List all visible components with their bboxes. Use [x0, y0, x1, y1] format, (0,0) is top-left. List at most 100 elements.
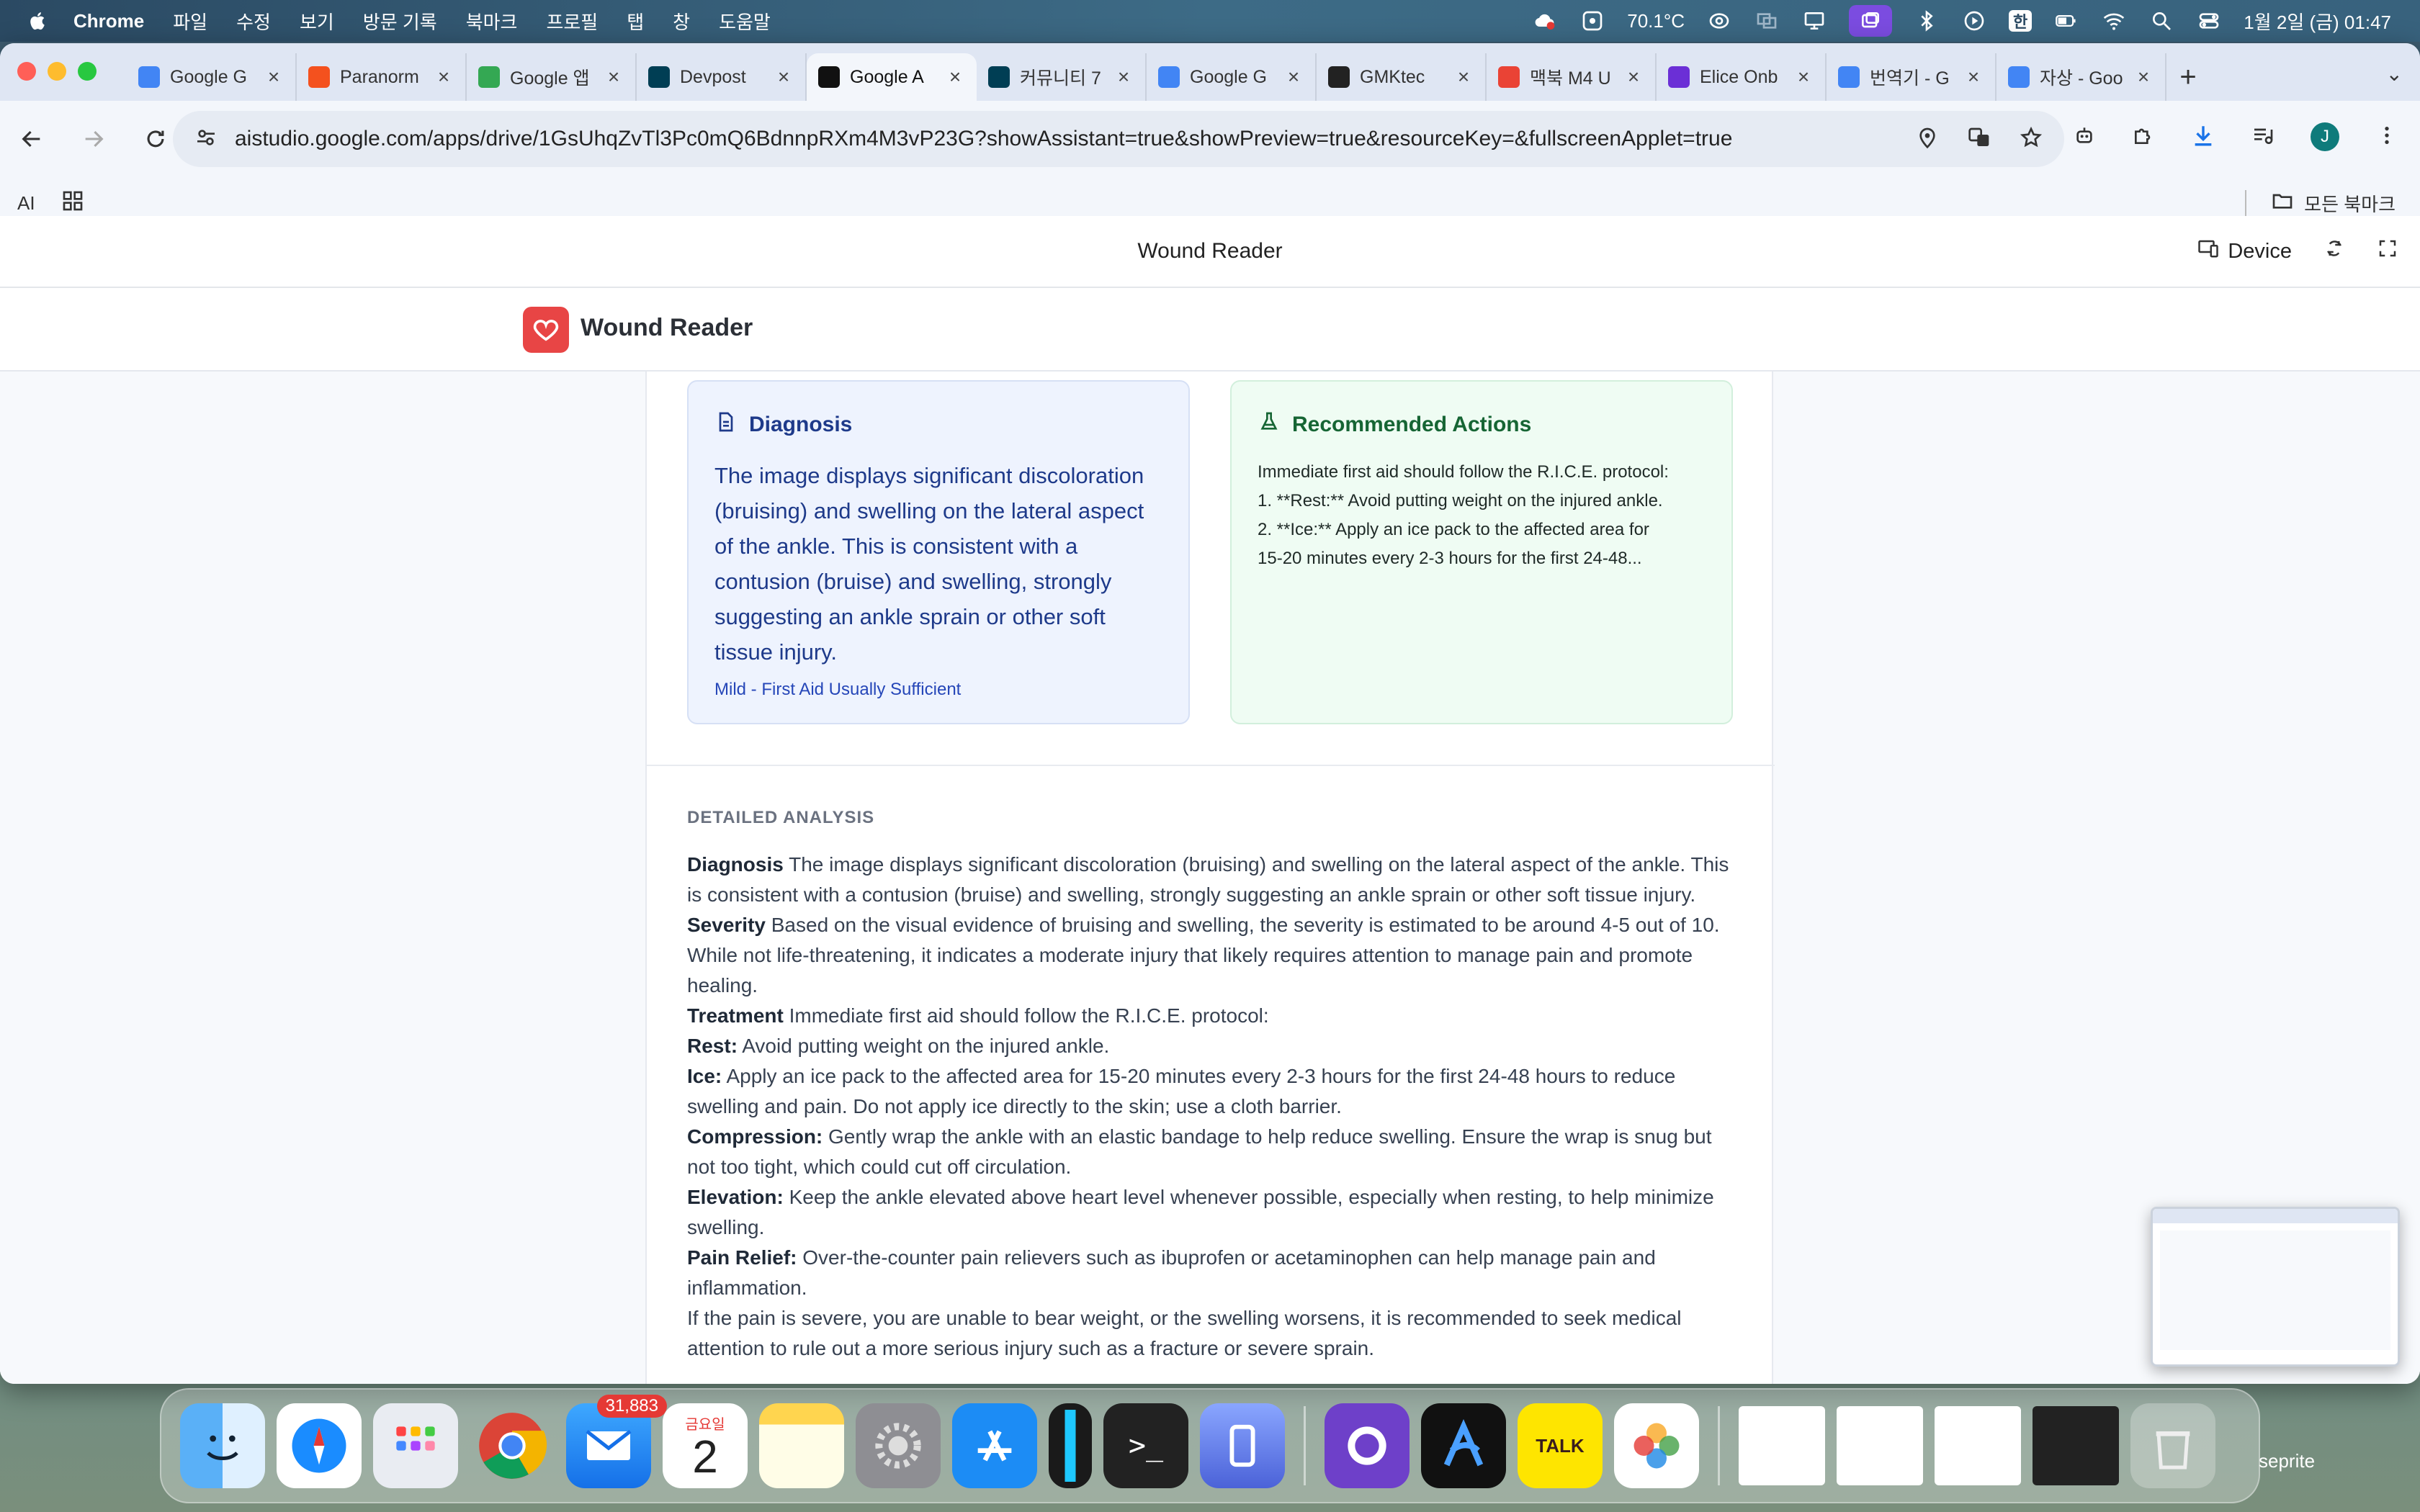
minimized-window-4[interactable]	[2033, 1406, 2119, 1485]
mail-icon[interactable]: 31,883	[566, 1395, 667, 1488]
finder-icon[interactable]	[180, 1403, 265, 1488]
github-desktop-icon[interactable]	[1325, 1403, 1410, 1488]
browser-tab[interactable]: Paranorm ×	[297, 53, 467, 101]
bookmark-ai[interactable]: AI	[17, 192, 35, 215]
menu-profile[interactable]: 프로필	[546, 8, 598, 35]
browser-tab[interactable]: 맥북 M4 U ×	[1487, 53, 1657, 101]
bluetooth-icon[interactable]	[1914, 8, 1940, 34]
fullscreen-icon[interactable]	[2377, 238, 2398, 265]
translate-icon[interactable]	[1968, 126, 1991, 153]
minimized-window-3[interactable]	[1935, 1406, 2021, 1485]
tab-close-icon[interactable]: ×	[264, 66, 284, 89]
menu-history[interactable]: 방문 기록	[363, 8, 437, 35]
browser-tab[interactable]: GMKtec ×	[1317, 53, 1487, 101]
back-button[interactable]	[16, 123, 48, 155]
new-tab-button[interactable]: +	[2166, 53, 2210, 101]
spotlight-search-icon[interactable]	[2148, 8, 2174, 34]
launchpad-icon[interactable]	[373, 1403, 458, 1488]
menu-edit[interactable]: 수정	[236, 8, 271, 35]
photos-icon[interactable]	[1614, 1403, 1699, 1488]
activity-meter-icon[interactable]	[1049, 1403, 1092, 1488]
browser-tab[interactable]: 번역기 - G ×	[1827, 53, 1996, 101]
safari-icon[interactable]	[277, 1403, 362, 1488]
menubar-app-name[interactable]: Chrome	[73, 10, 144, 32]
play-icon[interactable]	[1961, 8, 1987, 34]
apple-logo-icon[interactable]	[27, 9, 52, 33]
screenshot-thumbnail[interactable]	[2151, 1207, 2400, 1367]
tab-search-icon[interactable]: ⌄	[2386, 62, 2403, 86]
app-store-icon[interactable]	[952, 1403, 1037, 1488]
windows-icon[interactable]	[1754, 8, 1780, 34]
extensions-puzzle-icon[interactable]	[2132, 124, 2155, 150]
menu-file[interactable]: 파일	[173, 8, 207, 35]
minimize-window-button[interactable]	[48, 62, 66, 81]
browser-tab[interactable]: Google G ×	[1147, 53, 1317, 101]
system-settings-gear-icon[interactable]	[856, 1403, 941, 1488]
analysis-paragraph: Diagnosis The image displays significant…	[687, 850, 1739, 910]
menu-tab[interactable]: 탭	[627, 8, 644, 35]
tab-close-icon[interactable]: ×	[1283, 66, 1304, 89]
control-center-icon[interactable]	[2196, 8, 2222, 34]
browser-tab[interactable]: 자상 - Goo ×	[1996, 53, 2166, 101]
forward-button[interactable]	[78, 123, 109, 155]
menu-help[interactable]: 도움말	[719, 8, 771, 35]
chrome-icon[interactable]	[470, 1403, 555, 1488]
tab-close-icon[interactable]: ×	[1793, 66, 1814, 89]
menubar-clock[interactable]: 1월 2일 (금) 01:47	[2244, 8, 2391, 35]
wifi-icon[interactable]	[2101, 8, 2127, 34]
url-text[interactable]: aistudio.google.com/apps/drive/1GsUhqZvT…	[235, 127, 1916, 151]
browser-tab[interactable]: 커뮤니티 7 ×	[977, 53, 1147, 101]
temperature-readout[interactable]: 70.1°C	[1627, 10, 1685, 32]
arc-icon[interactable]	[1421, 1403, 1506, 1488]
minimized-window-2[interactable]	[1837, 1406, 1923, 1485]
creative-cloud-icon[interactable]	[1706, 8, 1732, 34]
kakaotalk-icon[interactable]: TALK	[1518, 1403, 1603, 1488]
browser-tab[interactable]: Google G ×	[127, 53, 297, 101]
media-controls-icon[interactable]	[2251, 124, 2275, 150]
address-bar[interactable]: aistudio.google.com/apps/drive/1GsUhqZvT…	[173, 111, 2064, 167]
trash-icon[interactable]	[2130, 1403, 2215, 1488]
location-pin-icon[interactable]	[1916, 126, 1939, 153]
cloud-icon[interactable]	[1532, 8, 1558, 34]
all-bookmarks-link[interactable]: 모든 북마크	[2304, 190, 2396, 217]
tab-close-icon[interactable]: ×	[774, 66, 794, 89]
reload-button[interactable]	[140, 123, 171, 155]
desktop-item-label[interactable]: seprite	[2259, 1450, 2315, 1472]
bookmark-star-icon[interactable]	[2020, 126, 2043, 153]
chrome-menu-icon[interactable]	[2375, 124, 2398, 150]
browser-tab[interactable]: Google A ×	[807, 53, 977, 101]
tab-close-icon[interactable]: ×	[1113, 66, 1134, 89]
extension-robot-icon[interactable]	[2073, 124, 2096, 150]
tab-close-icon[interactable]: ×	[604, 66, 624, 89]
notes-icon[interactable]	[759, 1403, 844, 1488]
menu-view[interactable]: 보기	[300, 8, 334, 35]
menu-window[interactable]: 창	[673, 8, 690, 35]
rotate-icon[interactable]	[2323, 238, 2345, 265]
menu-bookmarks[interactable]: 북마크	[466, 8, 518, 35]
battery-icon[interactable]	[2053, 8, 2079, 34]
terminal-icon[interactable]: >_	[1103, 1403, 1188, 1488]
tab-close-icon[interactable]: ×	[2133, 66, 2154, 89]
tab-close-icon[interactable]: ×	[945, 66, 965, 89]
close-window-button[interactable]	[17, 62, 36, 81]
calendar-icon[interactable]: 금요일 2	[663, 1403, 748, 1488]
input-method-indicator[interactable]: 한	[2009, 10, 2033, 32]
tab-close-icon[interactable]: ×	[434, 66, 454, 89]
downloads-icon[interactable]	[2191, 123, 2215, 151]
tab-close-icon[interactable]: ×	[1963, 66, 1984, 89]
browser-tab[interactable]: Devpost ×	[637, 53, 807, 101]
display-icon[interactable]	[1801, 8, 1827, 34]
site-settings-icon[interactable]	[194, 126, 218, 153]
device-toggle-button[interactable]: Device	[2197, 238, 2292, 265]
browser-tab[interactable]: Elice Onb ×	[1657, 53, 1827, 101]
zoom-window-button[interactable]	[78, 62, 97, 81]
fan-icon[interactable]	[1579, 8, 1605, 34]
stage-manager-icon[interactable]	[1849, 5, 1893, 37]
tab-close-icon[interactable]: ×	[1623, 66, 1644, 89]
profile-avatar[interactable]: J	[2311, 122, 2339, 151]
apps-grid-icon[interactable]	[61, 189, 84, 217]
iphone-mirroring-icon[interactable]	[1200, 1403, 1285, 1488]
tab-close-icon[interactable]: ×	[1453, 66, 1474, 89]
minimized-window-1[interactable]	[1739, 1406, 1825, 1485]
browser-tab[interactable]: Google 앱 ×	[467, 53, 637, 101]
